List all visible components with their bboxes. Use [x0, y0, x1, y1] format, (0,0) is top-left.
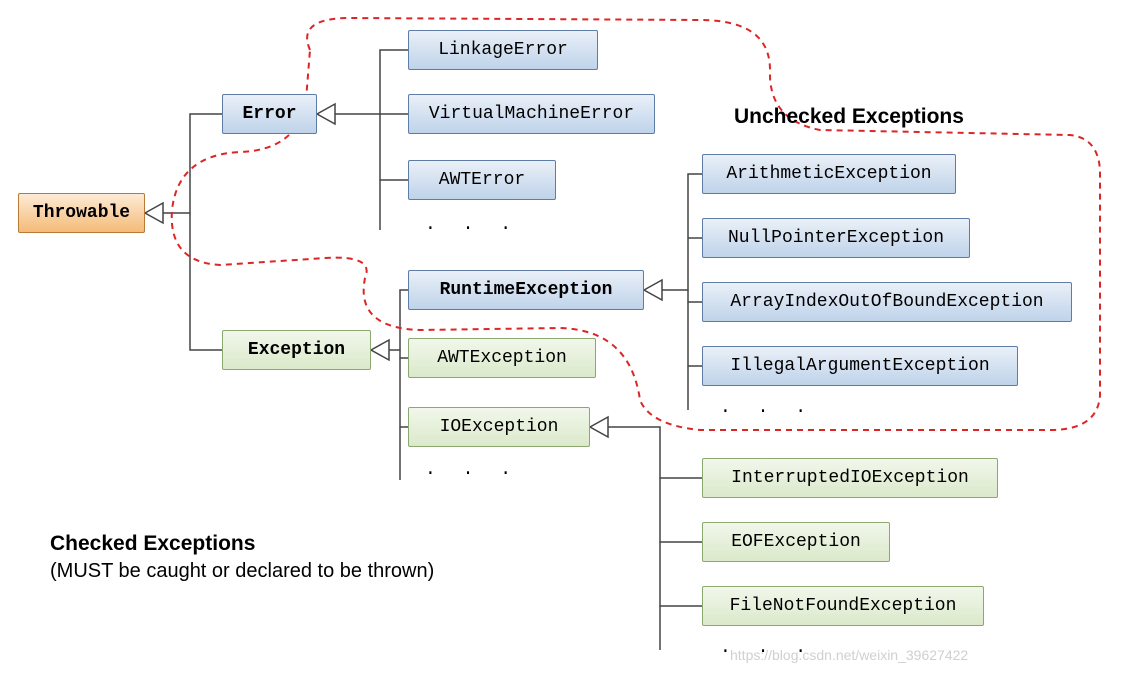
node-error: Error: [222, 94, 317, 134]
node-filenotfoundexception: FileNotFoundException: [702, 586, 984, 626]
node-throwable: Throwable: [18, 193, 145, 233]
node-illegalargumentexception: IllegalArgumentException: [702, 346, 1018, 386]
node-arithmeticexception: ArithmeticException: [702, 154, 956, 194]
node-awtexception: AWTException: [408, 338, 596, 378]
node-awterror: AWTError: [408, 160, 556, 200]
ellipsis: . . .: [425, 460, 519, 480]
label-checked-sub: (MUST be caught or declared to be thrown…: [50, 560, 434, 583]
label-checked: Checked Exceptions: [50, 532, 255, 556]
node-arrayindexoutofbound: ArrayIndexOutOfBoundException: [702, 282, 1072, 322]
label-unchecked: Unchecked Exceptions: [734, 105, 964, 129]
node-linkageerror: LinkageError: [408, 30, 598, 70]
node-exception: Exception: [222, 330, 371, 370]
ellipsis: . . .: [720, 398, 814, 418]
node-nullpointerexception: NullPointerException: [702, 218, 970, 258]
node-ioexception: IOException: [408, 407, 590, 447]
node-runtimeexception: RuntimeException: [408, 270, 644, 310]
node-interruptedioexception: InterruptedIOException: [702, 458, 998, 498]
node-eofexception: EOFException: [702, 522, 890, 562]
watermark: https://blog.csdn.net/weixin_39627422: [730, 647, 968, 663]
node-virtualmachineerror: VirtualMachineError: [408, 94, 655, 134]
ellipsis: . . .: [425, 215, 519, 235]
